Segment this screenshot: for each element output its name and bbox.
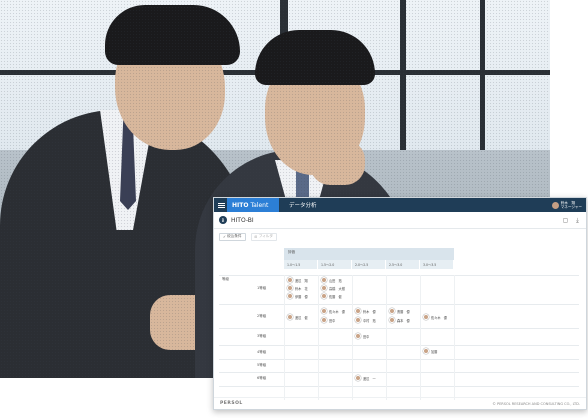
person-chip[interactable]: 佐々木 優 [423, 314, 447, 320]
person-name: 山田 拓 [329, 278, 342, 283]
person-name: 田中 [363, 334, 370, 339]
person-chip[interactable]: 斎藤 優 [389, 308, 410, 314]
person-name: 渡辺 健 [295, 315, 308, 320]
person-name: 森本 優 [397, 318, 410, 323]
person-chip[interactable]: 渡辺 健 [287, 314, 308, 320]
person-chip[interactable]: 佐藤 健 [321, 293, 342, 299]
person-name: 渡辺 一 [363, 376, 376, 381]
person-chip[interactable]: 加藤 [423, 348, 437, 354]
app-window: HITO Talent データ分析 鈴木 翔 マネージャー B HITO-BI … [213, 197, 587, 410]
grid-view-icon[interactable]: ▢ [562, 217, 569, 224]
brand-suffix: Talent [250, 201, 269, 209]
user-menu[interactable]: 鈴木 翔 マネージャー [551, 201, 582, 209]
page-header: B HITO-BI ▢ ⤓ [214, 212, 586, 229]
brand-logo[interactable]: HITO Talent [227, 198, 279, 212]
person-chip[interactable]: 佐々木 優 [321, 308, 345, 314]
person-chip[interactable]: 伊藤 優 [287, 293, 308, 299]
person-right-hair [255, 30, 375, 85]
footer-logo: PERSOL [220, 401, 243, 406]
filter-button-label: 絞込条件 [227, 234, 242, 238]
person-name: 佐藤 健 [329, 294, 342, 299]
person-chip[interactable]: 中村 拓 [355, 317, 376, 323]
person-name: 渡辺 翔 [295, 278, 308, 283]
person-name: 伊藤 優 [295, 294, 308, 299]
person-name: 田中 [329, 318, 336, 323]
person-chip[interactable]: 高橋 大樹 [321, 285, 345, 291]
person-avatar [355, 375, 361, 381]
ghost-button-label: フィルタ [258, 234, 273, 238]
person-avatar [389, 317, 395, 323]
person-avatar [423, 348, 429, 354]
download-icon[interactable]: ⤓ [574, 217, 581, 224]
top-bar: HITO Talent データ分析 鈴木 翔 マネージャー [214, 198, 586, 212]
toolbar: ✓ 絞込条件 ⊞ フィルタ [214, 229, 586, 244]
ghost-button[interactable]: ⊞ フィルタ [250, 232, 277, 241]
person-right-hand [310, 140, 365, 185]
person-chip[interactable]: 田中 [321, 317, 335, 323]
person-chip[interactable]: 渡辺 翔 [287, 277, 308, 283]
person-avatar [355, 308, 361, 314]
row-header: 等級 [222, 277, 229, 281]
person-name: 佐々木 優 [431, 315, 447, 320]
row-label: 4等級 [257, 350, 267, 354]
person-avatar [321, 293, 327, 299]
person-avatar [423, 314, 429, 320]
person-chip[interactable]: 田中 [355, 333, 369, 339]
person-avatar [287, 293, 293, 299]
nav-item-data-analysis[interactable]: データ分析 [289, 201, 317, 209]
column-header: 3.0～3.5 [420, 260, 454, 269]
column-header: 2.0～2.5 [352, 260, 386, 269]
page-logo: B [219, 216, 227, 224]
row-label: 1等級 [257, 286, 267, 290]
person-avatar [287, 285, 293, 291]
person-name: 鈴木 花 [295, 286, 308, 291]
person-name: 斎藤 優 [397, 309, 410, 314]
person-avatar [355, 317, 361, 323]
person-chip[interactable]: 森本 優 [389, 317, 410, 323]
person-chip[interactable]: 鈴木 花 [287, 285, 308, 291]
person-avatar [355, 333, 361, 339]
person-avatar [321, 285, 327, 291]
copyright-text: © PERSOL RESEARCH AND CONSULTING CO., LT… [492, 401, 580, 406]
person-avatar [287, 277, 293, 283]
column-header: 1.0～1.5 [284, 260, 318, 269]
row-label: 6等級 [257, 376, 267, 380]
page-title: HITO-BI [231, 216, 254, 224]
person-avatar [389, 308, 395, 314]
user-role: マネージャー [560, 205, 582, 209]
person-avatar [321, 317, 327, 323]
person-name: 中村 拓 [363, 318, 376, 323]
person-chip[interactable]: 渡辺 一 [355, 375, 376, 381]
brand-name: HITO [232, 201, 249, 209]
person-chip[interactable]: 鈴木 優 [355, 308, 376, 314]
grid-header-columns: 1.0～1.5 1.5～2.0 2.0～2.5 2.5～3.0 3.0～3.5 [284, 260, 454, 269]
person-name: 高橋 大樹 [329, 286, 345, 291]
person-left-hair [105, 5, 240, 65]
column-header: 2.5～3.0 [386, 260, 420, 269]
person-avatar [287, 314, 293, 320]
filter-button[interactable]: ✓ 絞込条件 [219, 232, 246, 241]
person-name: 鈴木 優 [363, 309, 376, 314]
person-name: 加藤 [431, 349, 438, 354]
hamburger-menu-icon[interactable] [218, 202, 225, 208]
row-label: 5等級 [257, 363, 267, 367]
column-header: 1.5～2.0 [318, 260, 352, 269]
row-label: 3等級 [257, 334, 267, 338]
footer: PERSOL © PERSOL RESEARCH AND CONSULTING … [214, 397, 586, 409]
row-label: 2等級 [257, 314, 267, 318]
person-avatar [321, 308, 327, 314]
avatar [551, 201, 559, 209]
grid-header-group: 評価 [284, 248, 454, 260]
person-name: 佐々木 優 [329, 309, 345, 314]
person-chip[interactable]: 山田 拓 [321, 277, 342, 283]
person-avatar [321, 277, 327, 283]
